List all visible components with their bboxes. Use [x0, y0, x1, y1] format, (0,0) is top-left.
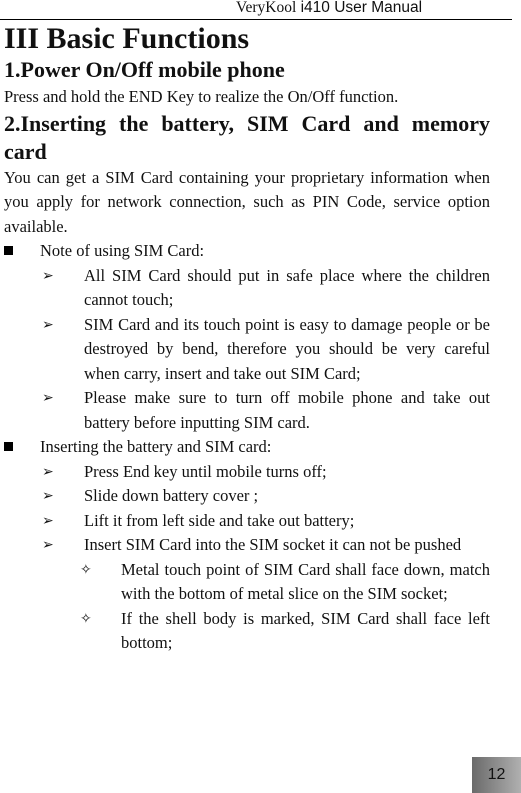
arrow-bullet-icon: ➢ — [42, 488, 54, 504]
page-content: III Basic Functions 1.Power On/Off mobil… — [4, 22, 490, 656]
list-item-text: Lift it from left side and take out batt… — [84, 510, 355, 530]
arrow-bullet-icon: ➢ — [42, 512, 54, 529]
header-title: VeryKool i410 User Manual — [236, 0, 422, 17]
header-model: i410 User Manual — [296, 0, 423, 16]
sub-list-item: ✧ If the shell body is marked, SIM Card … — [4, 607, 490, 656]
list-item-text: Inserting the battery and SIM card: — [40, 437, 272, 456]
arrow-bullet-icon: ➢ — [42, 537, 54, 553]
list-item-notes-heading: Note of using SIM Card: — [4, 239, 490, 264]
section-title-inserting: 2.Inserting the battery, SIM Card and me… — [4, 110, 490, 164]
list-item-text: SIM Card and its touch point is easy to … — [84, 314, 490, 383]
chapter-title: III Basic Functions — [4, 22, 250, 55]
diamond-bullet-icon: ✧ — [80, 561, 92, 578]
list-item-text: All SIM Card should put in safe place wh… — [84, 265, 490, 310]
list-item: ➢ SIM Card and its touch point is easy t… — [4, 313, 490, 387]
list-item-text: Metal touch point of SIM Card shall face… — [121, 559, 490, 604]
list-item-text: Note of using SIM Card: — [40, 241, 205, 260]
square-bullet-icon — [4, 442, 13, 451]
list-item: ➢ All SIM Card should put in safe place … — [4, 264, 490, 313]
list-item-text: Please make sure to turn off mobile phon… — [84, 388, 490, 432]
list-item: ➢ Please make sure to turn off mobile ph… — [4, 386, 490, 435]
list-item-inserting-heading: Inserting the battery and SIM card: — [4, 435, 490, 460]
page-number: 12 — [472, 757, 521, 793]
arrow-bullet-icon: ➢ — [42, 267, 54, 284]
list-item: ➢ Lift it from left side and take out ba… — [4, 509, 490, 534]
list-item: ➢ Press End key until mobile turns off; — [4, 460, 490, 485]
section-body-inserting: You can get a SIM Card containing your p… — [4, 167, 490, 236]
list-item: ➢ Insert SIM Card into the SIM socket it… — [4, 533, 490, 558]
arrow-bullet-icon: ➢ — [42, 463, 54, 480]
arrow-bullet-icon: ➢ — [42, 316, 54, 333]
section-body-power: Press and hold the END Key to realize th… — [4, 87, 399, 106]
page-header: VeryKool i410 User Manual — [0, 0, 512, 20]
list-item-text: If the shell body is marked, SIM Card sh… — [121, 608, 490, 653]
list-item-text: Insert SIM Card into the SIM socket it c… — [84, 535, 462, 554]
list-item-text: Press End key until mobile turns off; — [84, 461, 327, 481]
square-bullet-icon — [4, 246, 13, 255]
header-brand: VeryKool — [236, 0, 297, 16]
arrow-bullet-icon: ➢ — [42, 390, 54, 406]
list-item-text: Slide down battery cover ; — [84, 486, 259, 505]
sub-list-item: ✧ Metal touch point of SIM Card shall fa… — [4, 558, 490, 607]
section-title-power: 1.Power On/Off mobile phone — [4, 57, 285, 82]
diamond-bullet-icon: ✧ — [80, 610, 92, 627]
list-item: ➢ Slide down battery cover ; — [4, 484, 490, 509]
